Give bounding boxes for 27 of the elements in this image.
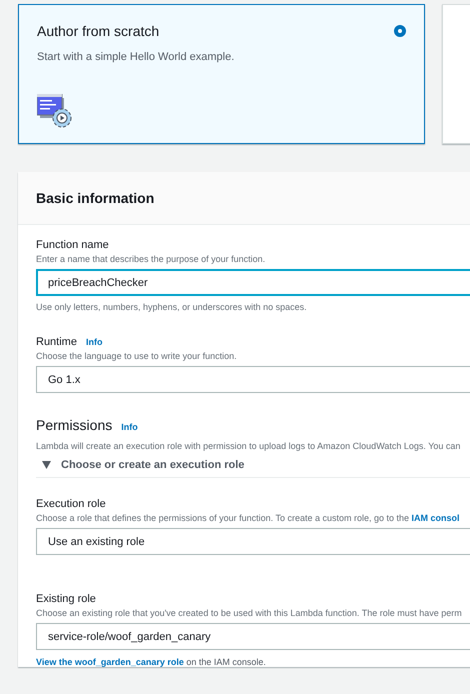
field-label: Function name: [36, 239, 110, 251]
info-link[interactable]: Info: [86, 337, 102, 347]
iam-console-link[interactable]: IAM consol: [412, 513, 460, 523]
role-console-note: View the woof_garden_canary role on the IAM console.: [36, 657, 267, 667]
existing-role-select[interactable]: service-role/woof_garden_canary: [36, 623, 470, 650]
card-title: Author from scratch: [37, 23, 160, 39]
card-description: Start with a simple Hello World example.: [37, 51, 236, 63]
radio-button[interactable]: [394, 25, 406, 37]
field-hint: Choose an existing role that you've created to be used with this Lambda function. The role must have perm: [36, 608, 463, 618]
panel-title: Basic information: [36, 190, 154, 206]
field-label: Existing role: [36, 593, 97, 605]
field-hint: Choose a role that defines the permissions of your function. To create a custom role, go to the IAM consol: [36, 513, 461, 523]
execution-role-select[interactable]: Use an existing role: [36, 528, 470, 555]
field-hint: Enter a name that describes the purpose of your function.: [36, 254, 266, 264]
execution-role-expander[interactable]: Choose or create an execution role: [36, 451, 470, 478]
field-label: Runtime: [36, 336, 77, 348]
option-card[interactable]: Author from scratch Start with a simple Hello World example.: [18, 4, 425, 144]
code-gear-icon: [37, 94, 74, 129]
section-title: Permissions: [36, 417, 112, 433]
field-help: Use only letters, numbers, hyphens, or underscores with no spaces.: [36, 302, 308, 312]
field-hint: Choose the language to use to write your function.: [36, 351, 238, 361]
runtime-select[interactable]: Go 1.x: [36, 366, 470, 393]
view-role-link[interactable]: View the woof_garden_canary role: [36, 657, 184, 667]
section-description: Lambda will create an execution role with permission to upload logs to Amazon CloudWatch Logs. You can: [36, 441, 462, 451]
info-link[interactable]: Info: [121, 422, 138, 432]
field-label: Execution role: [36, 498, 107, 510]
function-name-input[interactable]: priceBreachChecker: [36, 269, 470, 296]
